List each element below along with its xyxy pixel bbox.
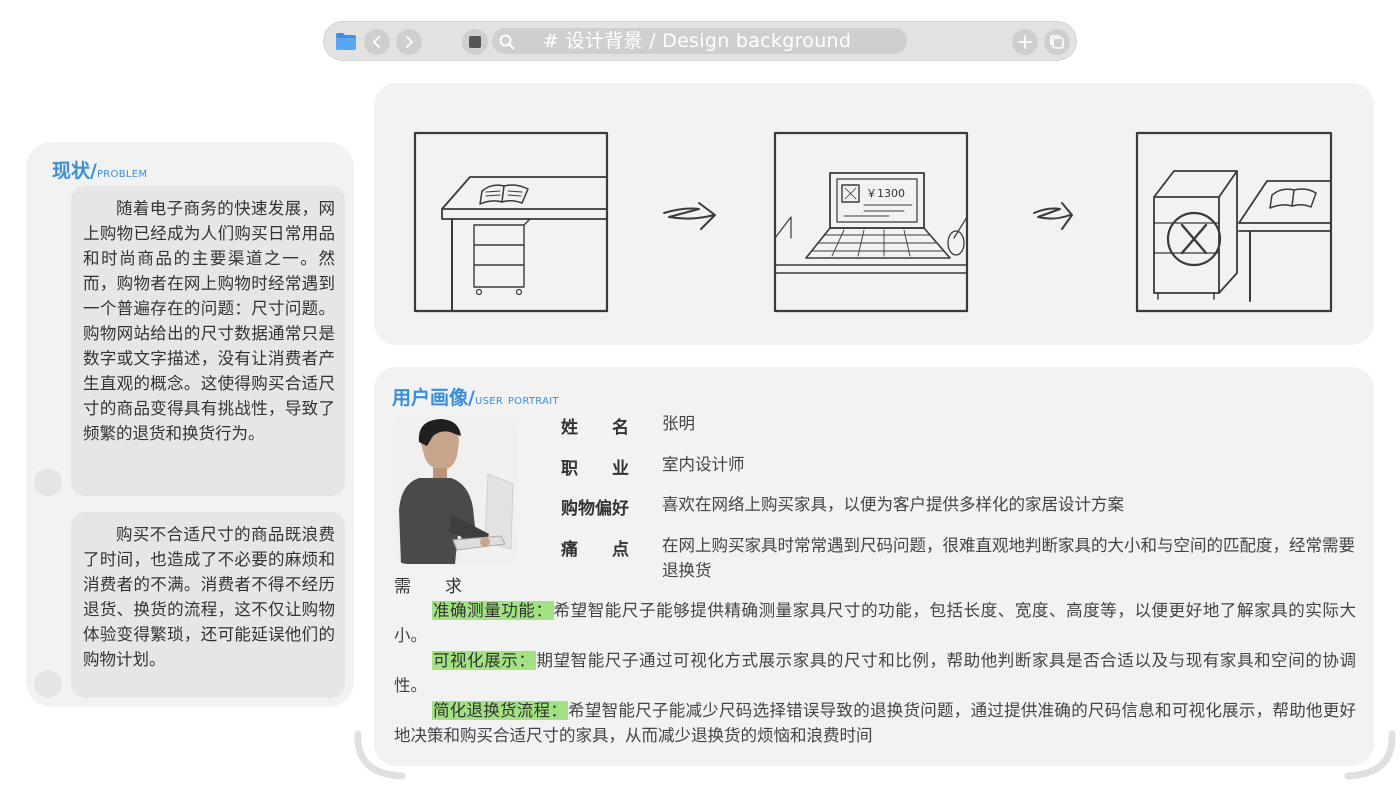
folder-icon[interactable] — [335, 32, 357, 51]
field-value-preference: 喜欢在网络上购买家具，以便为客户提供多样化的家居设计方案 — [662, 495, 1124, 514]
need-item: 可视化展示：期望智能尺子通过可视化方式展示家具的尺寸和比例，帮助他判断家具是否合… — [394, 648, 1356, 698]
portrait-title-zh: 用户画像/ — [392, 387, 475, 409]
forward-button[interactable] — [396, 29, 422, 55]
problem-title-en: problem — [96, 165, 148, 181]
plus-icon — [1018, 35, 1032, 49]
address-text: # 设计背景 / Design background — [543, 30, 852, 52]
frame-return — [1135, 131, 1333, 313]
corner-arc-right — [1344, 730, 1396, 780]
need-title-return: 简化退换货流程： — [431, 701, 569, 720]
square-icon — [469, 36, 481, 48]
problem-title: 现状/problem — [52, 156, 147, 183]
frame-laptop: ￥1300 — [773, 131, 969, 313]
field-label-occupation: 职 业 — [561, 459, 629, 479]
problem-title-zh: 现状/ — [52, 160, 97, 182]
user-photo — [393, 414, 517, 564]
stop-button[interactable] — [462, 29, 488, 55]
field-value-occupation: 室内设计师 — [662, 455, 745, 474]
new-tab-button[interactable] — [1012, 29, 1038, 55]
user-avatar-image — [393, 414, 517, 564]
needs-list: 准确测量功能：希望智能尺子能够提供精确测量家具尺寸的功能，包括长度、宽度、高度等… — [394, 598, 1356, 748]
portrait-title-en: user portrait — [474, 392, 559, 408]
field-value-pain-point: 在网上购买家具时常常遇到尺码问题，很难直观地判断家具的大小和与空间的匹配度，经常… — [662, 536, 1355, 580]
field-label-preference: 购物偏好 — [561, 499, 629, 519]
field-value-name: 张明 — [662, 414, 695, 433]
portrait-title: 用户画像/user portrait — [392, 383, 559, 410]
avatar-dot — [34, 670, 62, 698]
need-title-visual: 可视化展示： — [431, 651, 537, 670]
avatar-dot — [34, 468, 62, 496]
tabs-icon — [1050, 35, 1064, 49]
need-item: 准确测量功能：希望智能尺子能够提供精确测量家具尺寸的功能，包括长度、宽度、高度等… — [394, 598, 1356, 648]
search-icon — [499, 34, 515, 50]
frame-desk — [413, 131, 609, 313]
arrow-icon — [1033, 202, 1073, 230]
problem-bubble-2: 购买不合适尺寸的商品既浪费了时间，也造成了不必要的麻烦和消费者的不满。消费者不得… — [71, 512, 345, 698]
back-button[interactable] — [364, 29, 390, 55]
field-label-name: 姓 名 — [561, 418, 629, 438]
storyboard-sketch: ￥1300 — [413, 131, 1333, 313]
tabs-button[interactable] — [1044, 29, 1070, 55]
problem-bubble-1: 随着电子商务的快速发展，网上购物已经成为人们购买日常用品和时尚商品的主要渠道之一… — [71, 186, 345, 496]
needs-label: 需 求 — [394, 577, 462, 597]
need-text-visual: 期望智能尺子通过可视化方式展示家具的尺寸和比例，帮助他判断家具是否合适以及与现有… — [394, 651, 1357, 695]
svg-text:￥1300: ￥1300 — [866, 187, 905, 200]
chevron-right-icon — [406, 36, 414, 48]
chevron-left-icon — [372, 36, 380, 48]
field-label-pain-point: 痛 点 — [561, 540, 629, 560]
need-title-measure: 准确测量功能： — [431, 601, 554, 620]
arrow-icon — [663, 202, 716, 230]
storyboard-panel: ￥1300 — [374, 83, 1374, 345]
need-item: 简化退换货流程：希望智能尺子能减少尺码选择错误导致的退换货问题，通过提供准确的尺… — [394, 698, 1356, 748]
corner-arc-left — [354, 730, 406, 780]
